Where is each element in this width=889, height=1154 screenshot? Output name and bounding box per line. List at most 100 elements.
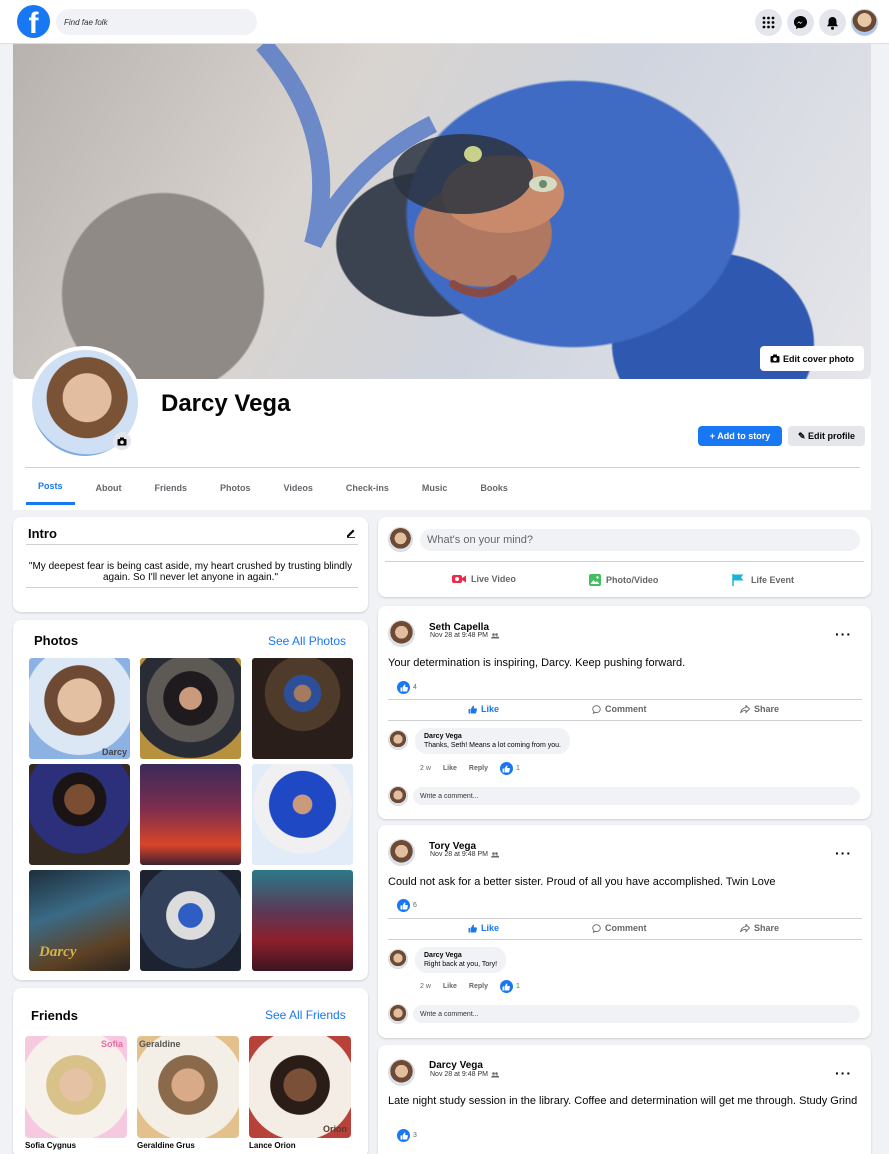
tab-books[interactable]: Books (468, 470, 520, 505)
live-video-button[interactable]: Live Video (452, 574, 516, 584)
photo-thumbnail[interactable]: Darcy (29, 658, 130, 759)
tab-posts[interactable]: Posts (26, 470, 75, 505)
friend-photo[interactable]: Sofia (25, 1036, 127, 1138)
photo-thumbnail[interactable] (252, 764, 353, 865)
photo-thumbnail[interactable] (140, 870, 241, 971)
see-all-friends-link[interactable]: See All Friends (265, 1008, 346, 1022)
intro-quote: "My deepest fear is being cast aside, my… (28, 561, 353, 583)
live-video-icon (452, 575, 466, 583)
facebook-logo[interactable]: f (17, 5, 50, 38)
post-card: Seth Capella Nov 28 at 9:48 PM ··· Your … (378, 606, 871, 819)
search-input[interactable] (56, 9, 257, 35)
friend-photo[interactable]: Orion (249, 1036, 351, 1138)
photo-thumbnail[interactable] (252, 870, 353, 971)
reaction-count[interactable]: 4 (397, 681, 417, 694)
more-options-icon[interactable]: ··· (835, 1065, 852, 1081)
comment-reply-link[interactable]: Reply (469, 983, 488, 990)
comment-author[interactable]: Darcy Vega (424, 952, 497, 959)
more-options-icon[interactable]: ··· (835, 845, 852, 861)
friend-name[interactable]: Sofia Cygnus (25, 1141, 76, 1150)
write-comment-input[interactable] (413, 1005, 860, 1023)
post-timestamp[interactable]: Nov 28 at 9:48 PM (430, 632, 488, 639)
friend-name[interactable]: Lance Orion (249, 1141, 296, 1150)
pencil-icon[interactable] (346, 528, 356, 538)
post-timestamp[interactable]: Nov 28 at 9:48 PM (430, 1071, 488, 1078)
camera-icon[interactable] (113, 432, 131, 450)
photo-thumbnail[interactable] (29, 764, 130, 865)
tab-friends[interactable]: Friends (143, 470, 200, 505)
tab-videos[interactable]: Videos (272, 470, 325, 505)
friends-audience-icon (490, 851, 499, 857)
life-event-button[interactable]: Life Event (732, 574, 794, 586)
share-button[interactable]: Share (740, 923, 779, 933)
profile-name: Darcy Vega (161, 390, 291, 417)
like-button[interactable]: Like (468, 704, 499, 714)
post-author-avatar[interactable] (388, 620, 415, 647)
like-button[interactable]: Like (468, 923, 499, 933)
friend-photo[interactable]: Geraldine (137, 1036, 239, 1138)
photo-caption: Darcy (39, 944, 77, 960)
comment-reply-link[interactable]: Reply (469, 765, 488, 772)
friends-card: Friends See All Friends Sofia Geraldine … (13, 988, 368, 1154)
photo-video-button[interactable]: Photo/Video (589, 574, 658, 586)
more-options-icon[interactable]: ··· (835, 626, 852, 642)
friend-name[interactable]: Geraldine Grus (137, 1141, 195, 1150)
share-icon (740, 704, 750, 714)
thumbs-up-icon (468, 924, 477, 932)
grid-menu-icon[interactable] (755, 9, 782, 36)
post-card: Darcy Vega Nov 28 at 9:48 PM ··· Late ni… (378, 1045, 871, 1154)
post-timestamp[interactable]: Nov 28 at 9:48 PM (430, 851, 488, 858)
friend-photo-caption: Geraldine (139, 1039, 181, 1049)
comment-meta: 2 w Like Reply 1 (420, 762, 532, 775)
photos-card: Photos See All Photos Darcy Darcy (13, 620, 368, 980)
friend-photo-caption: Sofia (100, 1039, 123, 1049)
edit-profile-button[interactable]: ✎ Edit profile (788, 426, 865, 446)
share-button[interactable]: Share (740, 704, 779, 714)
add-to-story-button[interactable]: + Add to story (698, 426, 782, 446)
photo-thumbnail[interactable]: Darcy (29, 870, 130, 971)
like-reaction-icon (397, 1129, 410, 1142)
see-all-photos-link[interactable]: See All Photos (268, 634, 346, 648)
comment-author[interactable]: Darcy Vega (424, 733, 561, 740)
tab-music[interactable]: Music (410, 470, 460, 505)
post-meta: Nov 28 at 9:48 PM (430, 851, 499, 858)
tab-photos[interactable]: Photos (208, 470, 263, 505)
comment-author-avatar[interactable] (388, 730, 408, 750)
comment-author-avatar[interactable] (388, 949, 408, 969)
comment-age[interactable]: 2 w (420, 765, 431, 772)
whats-on-your-mind-input[interactable] (420, 529, 860, 551)
account-avatar[interactable] (851, 9, 878, 36)
tab-check-ins[interactable]: Check-ins (334, 470, 401, 505)
pencil-icon: ✎ (797, 430, 809, 441)
messenger-icon[interactable] (787, 9, 814, 36)
reaction-count-value: 3 (413, 1132, 417, 1139)
post-author-avatar[interactable] (388, 839, 415, 866)
cover-photo (13, 44, 871, 379)
intro-divider-bottom (26, 587, 358, 588)
photo-thumbnail[interactable] (140, 658, 241, 759)
tab-about[interactable]: About (84, 470, 134, 505)
add-to-story-label: Add to story (717, 431, 771, 441)
comment-like-link[interactable]: Like (443, 983, 457, 990)
composer-avatar[interactable] (388, 527, 413, 552)
comment-button[interactable]: Comment (592, 923, 647, 933)
reaction-count[interactable]: 3 (397, 1129, 417, 1142)
photo-thumbnail[interactable] (140, 764, 241, 865)
comment-age[interactable]: 2 w (420, 983, 431, 990)
cover-artwork (256, 44, 557, 297)
photo-video-icon (589, 574, 601, 586)
photo-thumbnail[interactable] (252, 658, 353, 759)
post-author[interactable]: Darcy Vega (429, 1060, 483, 1071)
comment-like-link[interactable]: Like (443, 765, 457, 772)
write-comment-input[interactable] (413, 787, 860, 805)
top-bar: f (0, 0, 889, 44)
intro-card: Intro "My deepest fear is being cast asi… (13, 517, 368, 612)
comment-button[interactable]: Comment (592, 704, 647, 714)
comment-label: Comment (605, 704, 647, 714)
thumbs-up-icon (468, 705, 477, 713)
post-author-avatar[interactable] (388, 1059, 415, 1086)
bell-icon[interactable] (819, 9, 846, 36)
reaction-count[interactable]: 6 (397, 899, 417, 912)
edit-cover-photo-button[interactable]: Edit cover photo (760, 346, 864, 371)
photo-video-label: Photo/Video (606, 575, 659, 585)
